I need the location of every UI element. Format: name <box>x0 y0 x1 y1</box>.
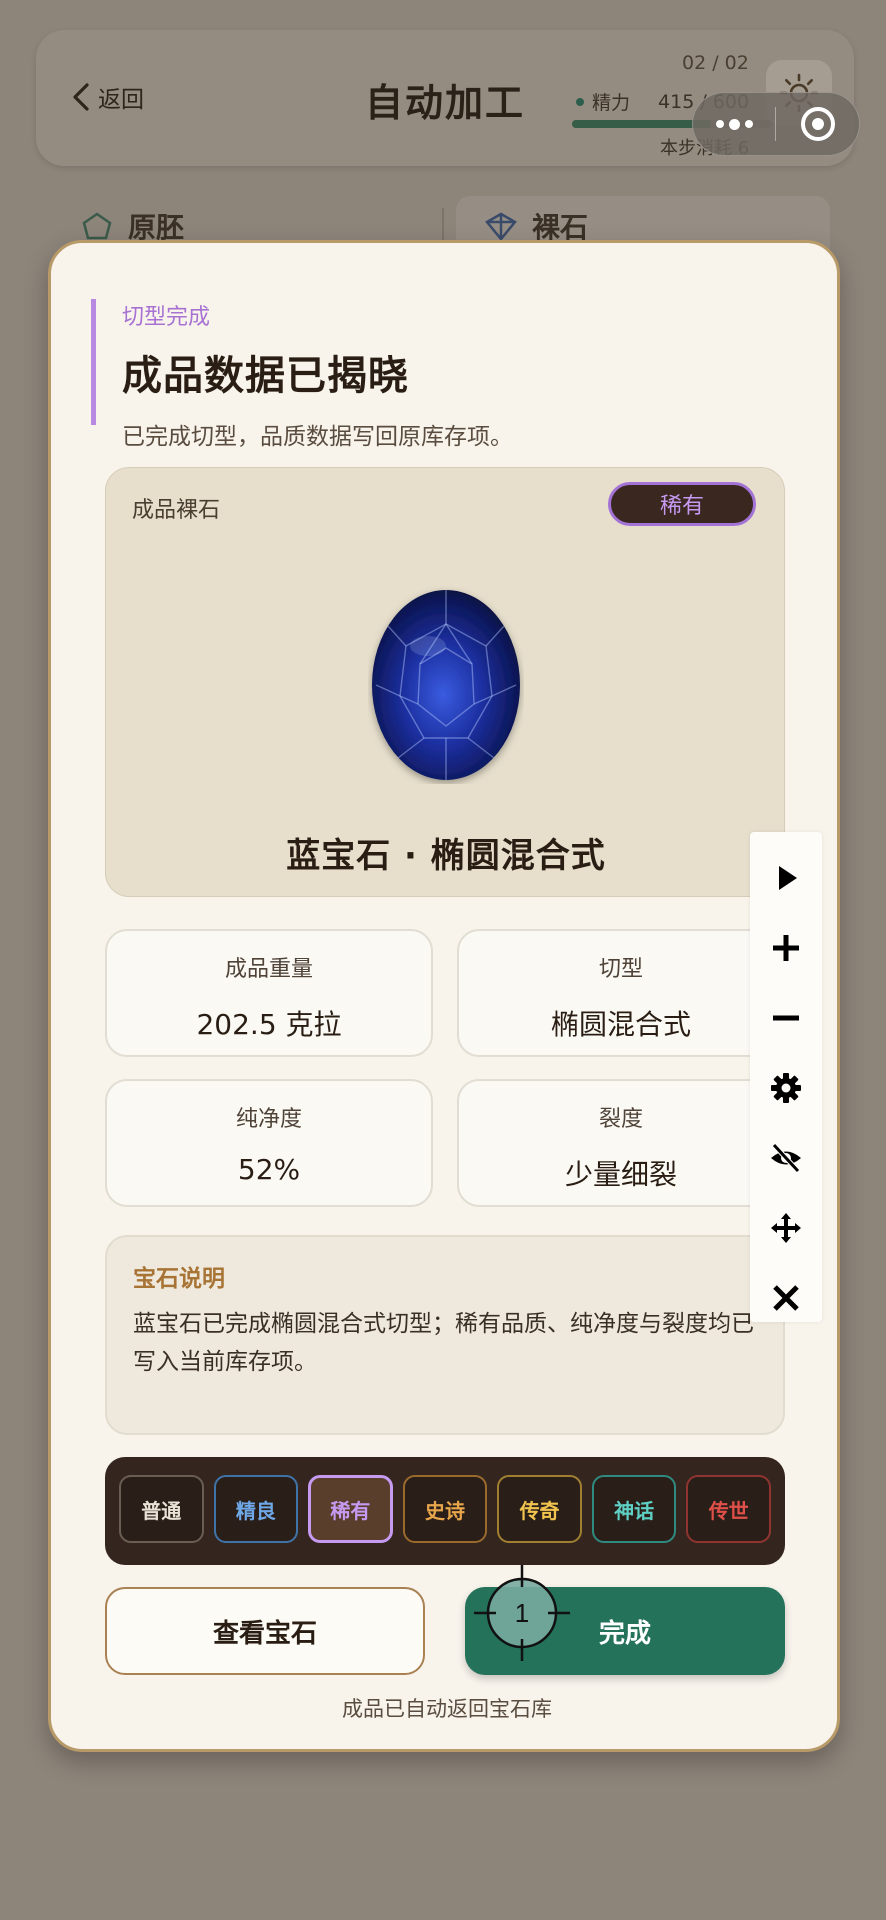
floating-toolbar <box>750 832 822 1322</box>
hide-button[interactable] <box>750 1128 822 1188</box>
play-icon <box>779 866 797 890</box>
eye-slash-icon <box>771 1143 801 1173</box>
stat-cut: 切型 椭圆混合式 <box>457 929 785 1057</box>
close-miniprogram-button[interactable] <box>776 107 859 141</box>
more-dot-icon <box>744 120 753 128</box>
stat-value: 少量细裂 <box>564 1158 677 1191</box>
minus-icon <box>773 1015 799 1021</box>
move-icon <box>771 1213 801 1243</box>
stat-value: 椭圆混合式 <box>550 1008 691 1041</box>
result-modal: 切型完成 成品数据已揭晓 已完成切型，品质数据写回原库存项。 成品裸石 稀有 蓝… <box>48 240 840 1752</box>
rarity-scale: 普通 精良 稀有 史诗 传奇 神话 传世 <box>105 1457 785 1565</box>
stat-value: 202.5 克拉 <box>196 1008 342 1041</box>
rarity-option-5[interactable]: 神话 <box>591 1475 677 1543</box>
stat-label: 裂度 <box>598 1107 643 1132</box>
rarity-option-1[interactable]: 精良 <box>213 1475 299 1543</box>
description-title: 宝石说明 <box>133 1266 225 1292</box>
miniprogram-capsule <box>692 92 860 156</box>
rarity-option-4[interactable]: 传奇 <box>497 1475 582 1543</box>
energy-dot-icon <box>576 97 584 106</box>
rarity-option-2[interactable]: 稀有 <box>308 1475 393 1543</box>
stat-label: 纯净度 <box>235 1107 302 1132</box>
modal-subtitle: 已完成切型，品质数据写回原库存项。 <box>122 424 513 450</box>
footnote: 成品已自动返回宝石库 <box>342 1697 552 1721</box>
modal-header: 切型完成 成品数据已揭晓 已完成切型，品质数据写回原库存项。 <box>91 299 513 450</box>
step-counter: 02 / 02 <box>682 52 749 74</box>
cut-gem-icon <box>485 212 517 241</box>
view-gem-button[interactable]: 查看宝石 <box>105 1587 425 1675</box>
gem-preview-card: 成品裸石 稀有 蓝宝石 · 椭圆混合式 <box>105 467 785 897</box>
stat-value: 52% <box>237 1153 301 1186</box>
crosshair-cursor-icon: 1 <box>474 1565 570 1661</box>
plus-icon <box>773 935 799 961</box>
zoom-in-button[interactable] <box>750 918 822 978</box>
settings-button[interactable] <box>750 1058 822 1118</box>
stat-label: 成品重量 <box>224 957 313 982</box>
gear-icon <box>771 1073 801 1103</box>
rough-gem-icon <box>82 212 112 240</box>
gem-card-label: 成品裸石 <box>132 498 221 523</box>
stat-clarity: 纯净度 52% <box>105 1079 433 1207</box>
description-body: 蓝宝石已完成椭圆混合式切型；稀有品质、纯净度与裂度均已写入当前库存项。 <box>133 1311 754 1375</box>
close-icon <box>773 1285 799 1311</box>
gem-name: 蓝宝石 · 椭圆混合式 <box>286 836 606 876</box>
move-button[interactable] <box>750 1198 822 1258</box>
crosshair-label: 1 <box>515 1598 529 1628</box>
more-menu-button[interactable] <box>693 118 775 130</box>
play-button[interactable] <box>750 848 822 908</box>
more-dot-icon <box>728 118 740 130</box>
energy-bar-fill <box>572 120 710 128</box>
rarity-option-3[interactable]: 史诗 <box>402 1475 488 1543</box>
modal-title: 成品数据已揭晓 <box>122 353 409 399</box>
stat-cracks: 裂度 少量细裂 <box>457 1079 785 1207</box>
zoom-out-button[interactable] <box>750 988 822 1048</box>
energy-label: 精力 <box>592 92 631 114</box>
stat-label: 切型 <box>598 957 643 982</box>
target-icon <box>800 107 835 141</box>
gem-description-card: 宝石说明 蓝宝石已完成椭圆混合式切型；稀有品质、纯净度与裂度均已写入当前库存项。 <box>105 1235 785 1435</box>
rarity-badge: 稀有 <box>608 482 756 526</box>
modal-kicker: 切型完成 <box>122 305 211 330</box>
stat-weight: 成品重量 202.5 克拉 <box>105 929 433 1057</box>
more-dot-icon <box>715 120 724 128</box>
sapphire-gem-image <box>372 590 520 780</box>
close-button[interactable] <box>750 1268 822 1328</box>
rarity-option-6[interactable]: 传世 <box>686 1475 771 1543</box>
rarity-option-0[interactable]: 普通 <box>119 1475 204 1543</box>
